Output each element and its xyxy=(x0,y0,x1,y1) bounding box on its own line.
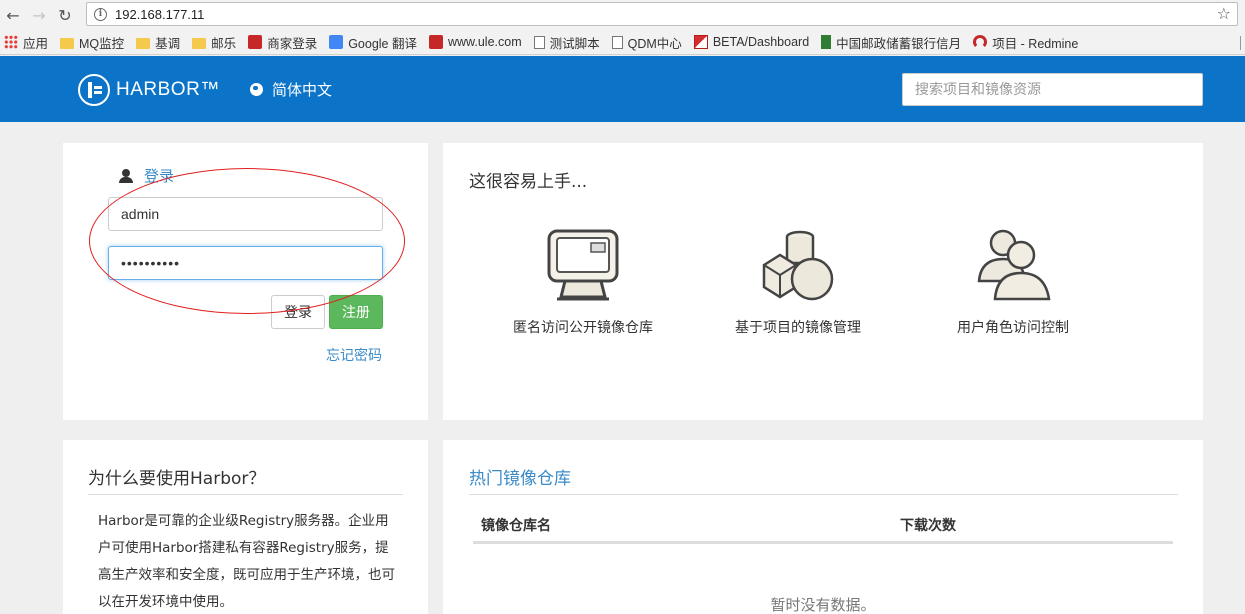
register-button[interactable]: 注册 xyxy=(329,295,383,329)
bookmark-label: Google 翻译 xyxy=(348,36,417,51)
password-field[interactable] xyxy=(108,246,383,280)
bank-icon xyxy=(821,35,832,49)
bookmark-merchant-login[interactable]: 商家登录 xyxy=(248,33,317,52)
login-title: 登录 xyxy=(119,165,174,186)
bookmark-youle[interactable]: 邮乐 xyxy=(192,33,236,52)
bookmark-star-icon[interactable]: ☆ xyxy=(1217,4,1231,23)
google-translate-icon xyxy=(329,35,344,49)
bookmark-label: 商家登录 xyxy=(267,36,318,51)
empty-state-text: 暂时没有数据。 xyxy=(770,596,876,614)
feature-label: 匿名访问公开镜像仓库 xyxy=(513,320,653,336)
user-icon xyxy=(119,168,133,183)
bookmark-jidiao[interactable]: 基调 xyxy=(136,33,180,52)
feature-anonymous-access: 匿名访问公开镜像仓库 xyxy=(513,225,653,337)
bookmark-mq[interactable]: MQ监控 xyxy=(60,33,124,52)
page-icon xyxy=(533,35,545,49)
folder-icon xyxy=(60,37,75,49)
bookmark-qdm[interactable]: QDM中心 xyxy=(611,33,682,52)
forward-arrow-icon[interactable]: → xyxy=(26,2,52,28)
shapes-icon xyxy=(762,230,834,301)
reload-icon[interactable]: ↻ xyxy=(52,2,78,28)
bookmarks-overflow-divider xyxy=(1240,36,1241,50)
top-repositories-panel: 热门镜像仓库 镜像仓库名 下载次数 暂时没有数据。 xyxy=(443,440,1203,614)
feature-project-management: 基于项目的镜像管理 xyxy=(728,225,868,337)
folder-icon xyxy=(136,37,151,49)
login-panel: 登录 登录 注册 忘记密码 xyxy=(63,143,428,420)
search-input[interactable] xyxy=(902,73,1203,106)
bookmark-label: www.ule.com xyxy=(447,35,522,49)
forgot-password-link[interactable]: 忘记密码 xyxy=(326,345,382,365)
bookmark-label: 应用 xyxy=(23,36,49,51)
bookmark-label: 邮乐 xyxy=(211,36,237,51)
bookmark-label: 基调 xyxy=(155,36,181,51)
monitor-icon xyxy=(547,229,619,301)
harbor-logo-icon xyxy=(78,74,110,106)
bookmark-beta-dashboard[interactable]: BETA/Dashboard xyxy=(693,35,810,49)
why-harbor-panel: 为什么要使用Harbor？ Harbor是可靠的企业级Registry服务器。企… xyxy=(63,440,428,614)
url-text[interactable]: 192.168.177.11 xyxy=(115,7,204,22)
table-header-divider xyxy=(473,541,1173,544)
bookmark-label: 中国邮政储蓄银行信月 xyxy=(836,36,962,51)
divider xyxy=(88,494,403,495)
top-repositories-title: 热门镜像仓库 xyxy=(469,469,571,489)
bookmark-label: QDM中心 xyxy=(627,36,682,51)
bookmarks-bar: 应用 MQ监控 基调 邮乐 商家登录 Google 翻译 www.ule.com… xyxy=(0,30,1245,55)
why-title: 为什么要使用Harbor？ xyxy=(88,469,266,489)
address-bar[interactable]: i 192.168.177.11 ☆ xyxy=(86,2,1238,26)
beta-icon xyxy=(693,35,708,49)
folder-icon xyxy=(192,37,207,49)
login-button[interactable]: 登录 xyxy=(271,295,325,329)
app-header: HARBOR™ 简体中文 xyxy=(0,56,1245,122)
browser-toolbar: ← → ↻ i 192.168.177.11 ☆ xyxy=(0,0,1245,30)
divider xyxy=(469,494,1178,495)
back-arrow-icon[interactable]: ← xyxy=(0,2,26,28)
harbor-logo[interactable]: HARBOR™ xyxy=(78,74,220,106)
bookmark-label: 测试脚本 xyxy=(549,36,600,51)
bookmark-postal-bank[interactable]: 中国邮政储蓄银行信月 xyxy=(821,33,961,52)
bookmark-apps[interactable]: 应用 xyxy=(4,33,48,52)
language-switcher[interactable]: 简体中文 xyxy=(250,79,332,100)
username-field[interactable] xyxy=(108,197,383,231)
users-icon xyxy=(977,229,1051,301)
bookmark-ule[interactable]: www.ule.com xyxy=(428,35,522,49)
feature-label: 用户角色访问控制 xyxy=(957,320,1069,336)
why-description: Harbor是可靠的企业级Registry服务器。企业用户可使用Harbor搭建… xyxy=(98,513,395,610)
logo-text: HARBOR™ xyxy=(116,79,220,100)
globe-icon xyxy=(250,83,263,96)
bookmark-google-translate[interactable]: Google 翻译 xyxy=(329,33,417,52)
bookmark-label: 项目 - Redmine xyxy=(992,36,1079,51)
features-title: 这很容易上手... xyxy=(469,172,588,192)
column-header-repo-name[interactable]: 镜像仓库名 xyxy=(481,515,551,535)
site-icon xyxy=(248,35,263,49)
bookmark-test-scripts[interactable]: 测试脚本 xyxy=(533,33,600,52)
login-title-text: 登录 xyxy=(144,167,175,185)
apps-icon xyxy=(4,35,18,49)
site-icon xyxy=(428,35,443,49)
bookmark-label: BETA/Dashboard xyxy=(712,35,810,49)
language-label: 简体中文 xyxy=(272,81,333,99)
column-header-downloads[interactable]: 下载次数 xyxy=(900,515,956,535)
bookmark-redmine[interactable]: 项目 - Redmine xyxy=(973,33,1078,52)
features-panel: 这很容易上手... 匿名访问公开镜像仓库 基于项目的镜像管理 用户角色访问控制 xyxy=(443,143,1203,420)
redmine-icon xyxy=(973,35,988,49)
bookmark-label: MQ监控 xyxy=(79,36,125,51)
info-icon[interactable]: i xyxy=(94,7,107,21)
feature-role-access-control: 用户角色访问控制 xyxy=(943,225,1083,337)
page-icon xyxy=(611,35,623,49)
feature-label: 基于项目的镜像管理 xyxy=(735,320,861,336)
